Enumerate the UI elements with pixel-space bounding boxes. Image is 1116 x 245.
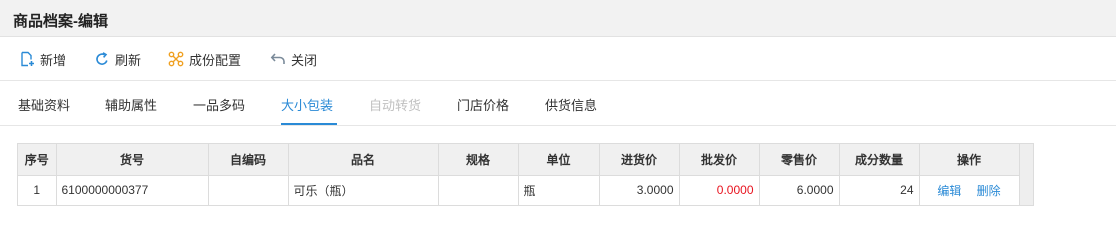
col-header-code[interactable]: 货号 [56, 144, 209, 176]
cell-index: 1 [18, 175, 57, 205]
col-header-name[interactable]: 品名 [288, 144, 439, 176]
col-header-index[interactable]: 序号 [18, 144, 57, 176]
package-grid: 序号 货号 自编码 品名 规格 单位 进货价 批发价 零售价 成分数量 操作 1… [17, 143, 1034, 206]
cell-unit[interactable]: 瓶 [518, 175, 600, 205]
delete-link[interactable]: 删除 [977, 184, 1001, 198]
tab-basic-info[interactable]: 基础资料 [18, 95, 70, 114]
cell-wholesale-price[interactable]: 0.0000 [679, 175, 760, 205]
col-header-retail-price[interactable]: 零售价 [759, 144, 840, 176]
col-header-component-qty[interactable]: 成分数量 [839, 144, 920, 176]
cell-spec[interactable] [438, 175, 519, 205]
edit-link[interactable]: 编辑 [937, 184, 961, 198]
add-button[interactable]: 新增 [19, 49, 66, 69]
table-header-row: 序号 货号 自编码 品名 规格 单位 进货价 批发价 零售价 成分数量 操作 [18, 144, 1020, 176]
cell-code[interactable]: 6100000000377 [56, 175, 209, 205]
package-table: 序号 货号 自编码 品名 规格 单位 进货价 批发价 零售价 成分数量 操作 1… [18, 144, 1020, 205]
back-arrow-icon [270, 53, 285, 64]
add-button-label: 新增 [40, 52, 67, 68]
cell-component-qty[interactable]: 24 [839, 175, 920, 205]
toolbar: 新增 刷新 成份配置 关闭 [0, 37, 1116, 81]
col-header-spec[interactable]: 规格 [438, 144, 519, 176]
add-file-icon [21, 51, 34, 67]
table-row[interactable]: 1 6100000000377 可乐（瓶） 瓶 3.0000 0.0000 6.… [18, 175, 1020, 205]
col-header-unit[interactable]: 单位 [518, 144, 600, 176]
refresh-button[interactable]: 刷新 [94, 49, 141, 69]
tab-bar: 基础资料 辅助属性 一品多码 大小包装 自动转货 门店价格 供货信息 [0, 82, 1116, 126]
cell-custom-code[interactable] [208, 175, 289, 205]
component-config-button[interactable]: 成份配置 [168, 49, 241, 69]
active-tab-indicator [281, 123, 337, 125]
cell-retail-price[interactable]: 6.0000 [759, 175, 840, 205]
col-header-purchase-price[interactable]: 进货价 [599, 144, 680, 176]
col-header-actions: 操作 [919, 144, 1020, 176]
col-header-custom-code[interactable]: 自编码 [208, 144, 289, 176]
tab-supply-info[interactable]: 供货信息 [545, 95, 597, 114]
tab-store-price[interactable]: 门店价格 [457, 95, 509, 114]
component-config-button-label: 成份配置 [189, 52, 242, 68]
close-button-label: 关闭 [291, 52, 318, 68]
refresh-button-label: 刷新 [115, 52, 142, 68]
component-config-icon [168, 51, 184, 67]
cell-purchase-price[interactable]: 3.0000 [599, 175, 680, 205]
cell-actions: 编辑 删除 [919, 175, 1020, 205]
title-bar: 商品档案-编辑 [0, 0, 1116, 37]
refresh-icon [96, 52, 108, 65]
tab-aux-attributes[interactable]: 辅助属性 [105, 95, 157, 114]
page-title: 商品档案-编辑 [13, 13, 108, 30]
close-button[interactable]: 关闭 [270, 49, 317, 69]
cell-name[interactable]: 可乐（瓶） [288, 175, 439, 205]
tab-auto-transfer: 自动转货 [369, 98, 422, 113]
col-header-wholesale-price[interactable]: 批发价 [679, 144, 760, 176]
tab-package-size[interactable]: 大小包装 [281, 95, 333, 114]
tab-multi-code[interactable]: 一品多码 [193, 95, 245, 114]
